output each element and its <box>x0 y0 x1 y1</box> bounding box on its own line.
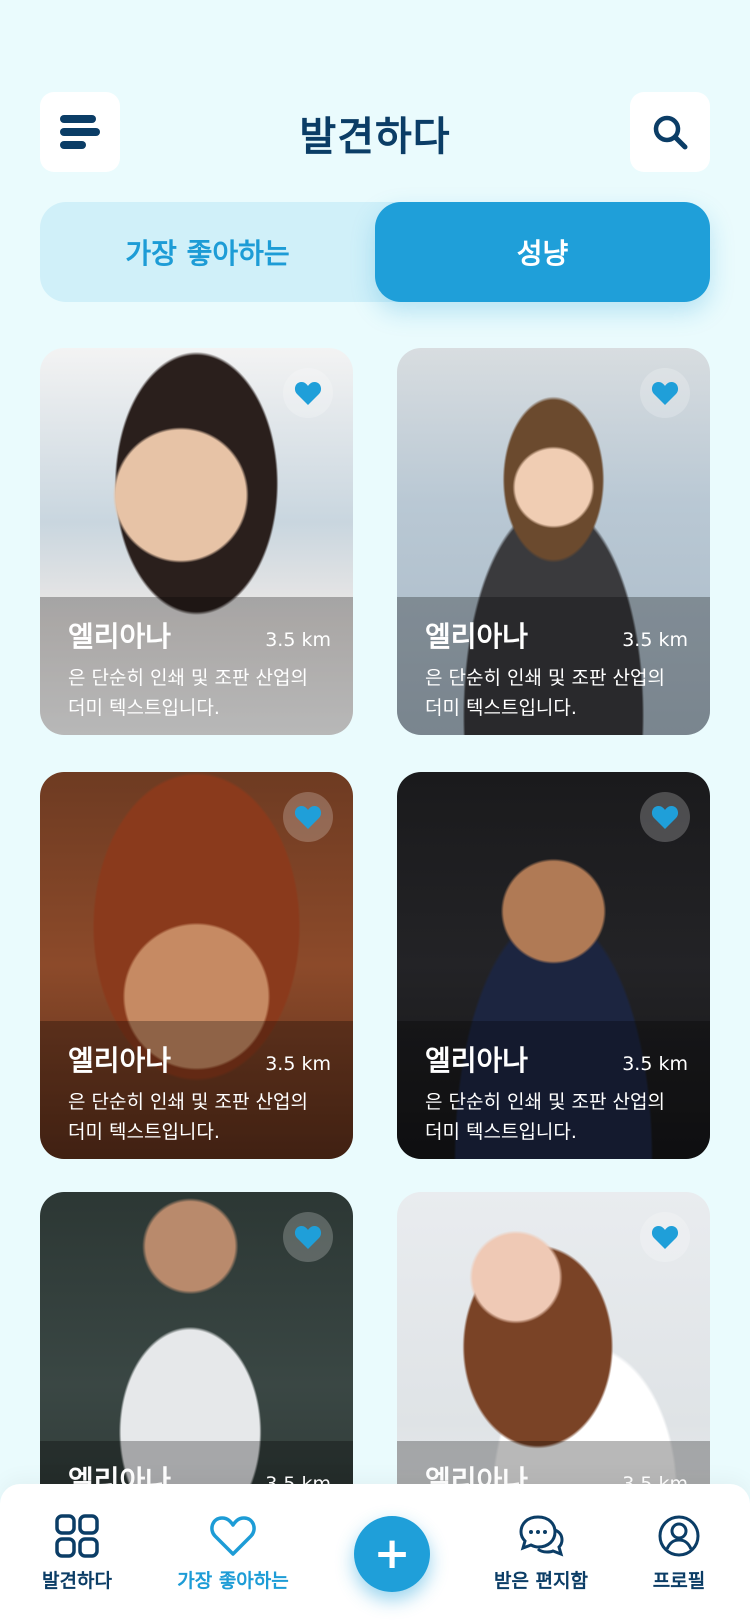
nav-label: 가장 좋아하는 <box>177 1570 289 1592</box>
favorite-button[interactable] <box>283 1212 333 1262</box>
favorite-button[interactable] <box>640 368 690 418</box>
favorite-button[interactable] <box>283 368 333 418</box>
profile-info: 엘리아나 3.5 km 은 단순히 인쇄 및 조판 산업의 더미 텍스트입니다. <box>397 1021 710 1159</box>
description-line: 더미 텍스트입니다. <box>68 1121 220 1143</box>
bottom-nav: 발견하다 가장 좋아하는 + 받은 편지함 프로필 <box>0 1484 750 1624</box>
profile-info: 엘리아나 3.5 km 은 단순히 인쇄 및 조판 산업의 더미 텍스트입니다. <box>40 1021 353 1159</box>
add-button[interactable]: + <box>354 1516 430 1592</box>
profile-description: 은 단순히 인쇄 및 조판 산업의 더미 텍스트입니다. <box>68 663 331 723</box>
nav-profile[interactable]: 프로필 <box>604 1512 750 1593</box>
profile-card[interactable]: 엘리아나 3.5 km <box>397 1192 710 1484</box>
favorite-button[interactable] <box>283 792 333 842</box>
profile-description: 은 단순히 인쇄 및 조판 산업의 더미 텍스트입니다. <box>425 1087 688 1147</box>
header: 발견하다 <box>40 92 710 172</box>
heart-icon <box>294 1226 322 1249</box>
heart-icon <box>651 1226 679 1249</box>
heart-icon <box>651 382 679 405</box>
profile-name: 엘리아나 <box>425 620 529 653</box>
nav-label: 프로필 <box>652 1570 706 1592</box>
profile-distance: 3.5 km <box>622 1053 688 1075</box>
profile-name: 엘리아나 <box>68 1044 172 1077</box>
search-icon <box>653 115 688 150</box>
profile-card[interactable]: 엘리아나 3.5 km 은 단순히 인쇄 및 조판 산업의 더미 텍스트입니다. <box>40 348 353 735</box>
profile-description: 은 단순히 인쇄 및 조판 산업의 더미 텍스트입니다. <box>425 663 688 723</box>
favorite-button[interactable] <box>640 1212 690 1262</box>
chat-icon <box>519 1515 564 1557</box>
description-line: 더미 텍스트입니다. <box>68 697 220 719</box>
segmented-tabs: 가장 좋아하는 성냥 <box>40 202 710 302</box>
profile-distance: 3.5 km <box>622 629 688 651</box>
heart-icon <box>294 806 322 829</box>
profile-name: 엘리아나 <box>425 1044 529 1077</box>
profile-card[interactable]: 엘리아나 3.5 km 은 단순히 인쇄 및 조판 산업의 더미 텍스트입니다. <box>40 772 353 1159</box>
profile-info: 엘리아나 3.5 km 은 단순히 인쇄 및 조판 산업의 더미 텍스트입니다. <box>397 597 710 735</box>
profile-name: 엘리아나 <box>425 1464 529 1484</box>
tab-matches[interactable]: 성냥 <box>375 202 710 302</box>
profile-card[interactable]: 엘리아나 3.5 km 은 단순히 인쇄 및 조판 산업의 더미 텍스트입니다. <box>397 348 710 735</box>
nav-favorites[interactable]: 가장 좋아하는 <box>158 1512 308 1593</box>
grid-icon <box>55 1514 99 1558</box>
profile-grid: 엘리아나 3.5 km 은 단순히 인쇄 및 조판 산업의 더미 텍스트입니다.… <box>40 348 710 1484</box>
description-line: 은 단순히 인쇄 및 조판 산업의 <box>68 1091 308 1113</box>
description-line: 은 단순히 인쇄 및 조판 산업의 <box>68 667 308 689</box>
nav-label: 발견하다 <box>42 1570 112 1592</box>
profile-description: 은 단순히 인쇄 및 조판 산업의 더미 텍스트입니다. <box>68 1087 331 1147</box>
description-line: 더미 텍스트입니다. <box>425 1121 577 1143</box>
profile-info: 엘리아나 3.5 km 은 단순히 인쇄 및 조판 산업의 더미 텍스트입니다. <box>40 597 353 735</box>
profile-distance: 3.5 km <box>622 1473 688 1484</box>
profile-distance: 3.5 km <box>265 1053 331 1075</box>
profile-distance: 3.5 km <box>265 629 331 651</box>
profile-info: 엘리아나 3.5 km <box>40 1441 353 1484</box>
heart-icon <box>210 1516 256 1556</box>
search-button[interactable] <box>630 92 710 172</box>
user-icon <box>658 1515 700 1557</box>
nav-discover[interactable]: 발견하다 <box>2 1512 152 1593</box>
profile-info: 엘리아나 3.5 km <box>397 1441 710 1484</box>
description-line: 은 단순히 인쇄 및 조판 산업의 <box>425 667 665 689</box>
page-title: 발견하다 <box>299 114 451 160</box>
profile-name: 엘리아나 <box>68 620 172 653</box>
profile-name: 엘리아나 <box>68 1464 172 1484</box>
nav-label: 받은 편지함 <box>493 1570 588 1592</box>
description-line: 더미 텍스트입니다. <box>425 697 577 719</box>
favorite-button[interactable] <box>640 792 690 842</box>
profile-distance: 3.5 km <box>265 1473 331 1484</box>
nav-inbox[interactable]: 받은 편지함 <box>466 1512 616 1593</box>
description-line: 은 단순히 인쇄 및 조판 산업의 <box>425 1091 665 1113</box>
heart-icon <box>651 806 679 829</box>
profile-card[interactable]: 엘리아나 3.5 km 은 단순히 인쇄 및 조판 산업의 더미 텍스트입니다. <box>397 772 710 1159</box>
profile-card[interactable]: 엘리아나 3.5 km <box>40 1192 353 1484</box>
heart-icon <box>294 382 322 405</box>
tab-favorites[interactable]: 가장 좋아하는 <box>40 202 375 302</box>
